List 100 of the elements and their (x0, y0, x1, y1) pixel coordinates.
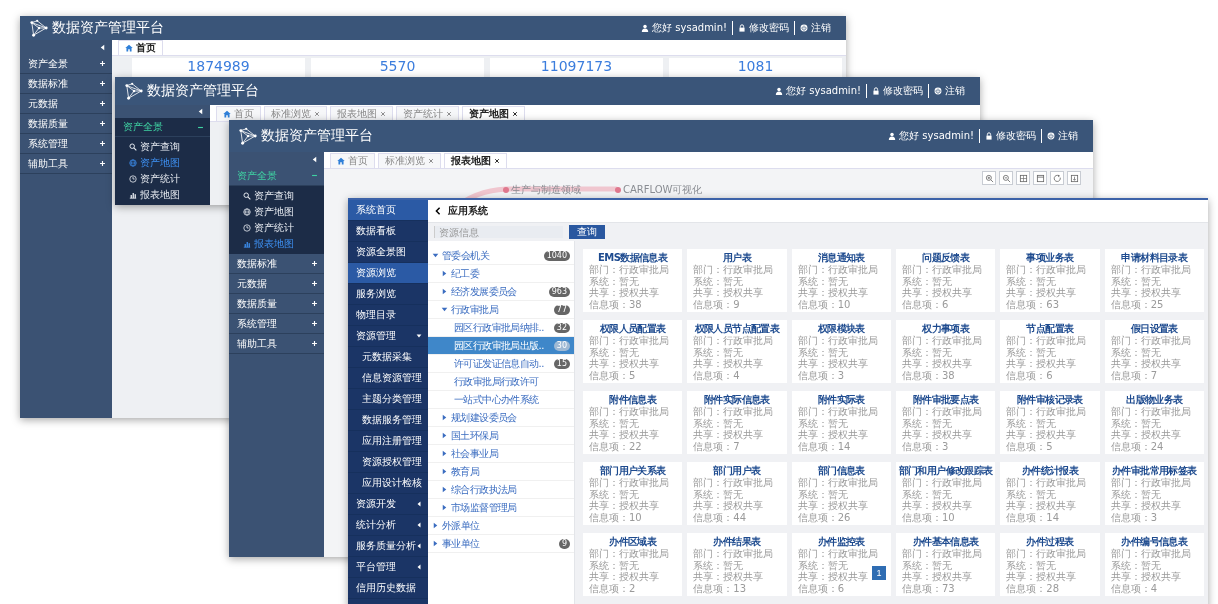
submenu-item[interactable]: 资产查询 (115, 139, 210, 155)
table-card[interactable]: 申请材料目录表 部门：行政审批局 系统：暂无 共享：授权共享 信息项：25 (1104, 249, 1204, 312)
toolbar-button[interactable] (999, 171, 1013, 185)
menu-item[interactable]: 数据标准 (20, 74, 112, 94)
table-card[interactable]: 办件审批常用标签表 部门：行政审批局 系统：暂无 共享：授权共享 信息项：3 (1104, 462, 1204, 525)
toolbar-button[interactable] (1067, 171, 1081, 185)
card-detail: 信息项：10 (589, 511, 642, 523)
search-button[interactable]: 查询 (569, 225, 605, 239)
tree-item[interactable]: 纪工委 (428, 265, 574, 283)
table-card[interactable]: 附件审批要点表 部门：行政审批局 系统：暂无 共享：授权共享 信息项：3 (896, 391, 996, 454)
tree-item[interactable]: 管委会机关 1040 (428, 247, 574, 265)
table-card[interactable]: 权限人员节点配置表 部门：行政审批局 系统：暂无 共享：授权共享 信息项：4 (687, 320, 787, 383)
submenu-item[interactable]: 资产地图 (229, 204, 324, 220)
back-icon (434, 207, 442, 215)
tab[interactable]: 首页 (118, 40, 163, 55)
table-card[interactable]: 部门信息表 部门：行政审批局 系统：暂无 共享：授权共享 信息项：26 (791, 462, 891, 525)
user-link[interactable]: 您好 sysadmin! (636, 21, 732, 35)
tree-item[interactable]: 行政审批局行政许可 (428, 373, 574, 391)
table-card[interactable]: 事项业务表 部门：行政审批局 系统：暂无 共享：授权共享 信息项：63 (1000, 249, 1100, 312)
card-detail: 共享：授权共享 (902, 500, 972, 512)
menu-item[interactable]: 数据质量 (20, 114, 112, 134)
table-card[interactable]: 权力事项表 部门：行政审批局 系统：暂无 共享：授权共享 信息项：38 (896, 320, 996, 383)
tree-item[interactable]: 外派单位 (428, 517, 574, 535)
card-detail: 部门：行政审批局 (1006, 264, 1087, 276)
stat-value: 5570 (379, 58, 416, 74)
table-card[interactable]: 附件审核记录表 部门：行政审批局 系统：暂无 共享：授权共享 信息项：5 (1000, 391, 1100, 454)
tree-item[interactable]: 国土环保局 (428, 427, 574, 445)
table-card[interactable]: 出版物业务表 部门：行政审批局 系统：暂无 共享：授权共享 信息项：24 (1104, 391, 1204, 454)
table-card[interactable]: 办件统计报表 部门：行政审批局 系统：暂无 共享：授权共享 信息项：14 (1000, 462, 1100, 525)
tab[interactable]: 首页 (330, 153, 375, 168)
toolbar-button[interactable] (1033, 171, 1047, 185)
logout-link[interactable]: 注销 (794, 21, 836, 35)
tree-item[interactable]: 市场监督管理局 (428, 499, 574, 517)
tree-item[interactable]: 规划建设委员会 (428, 409, 574, 427)
submenu-item[interactable]: 资产统计 (115, 171, 210, 187)
nav-item[interactable]: 系统首页 (348, 200, 428, 221)
tree-item[interactable]: 教育局 (428, 463, 574, 481)
card-detail: 共享：授权共享 (1110, 500, 1181, 512)
table-card[interactable]: 问题反馈表 部门：行政审批局 系统：暂无 共享：授权共享 信息项：6 (896, 249, 996, 312)
menu-item[interactable]: 资产全景 (20, 54, 112, 74)
table-card[interactable]: 办件过程表 部门：行政审批局 系统：暂无 共享：授权共享 信息项：28 (1000, 533, 1100, 596)
tree-item[interactable]: 社会事业局 (428, 445, 574, 463)
menu-item[interactable]: 元数据 (20, 94, 112, 114)
search-icon (129, 143, 137, 151)
table-card[interactable]: 部门和用户修改跟踪表 部门：行政审批局 系统：暂无 共享：授权共享 信息项：10 (896, 462, 996, 525)
card-detail: 信息项：14 (1006, 511, 1060, 523)
toolbar-button[interactable] (982, 171, 996, 185)
table-card[interactable]: 消息通知表 部门：行政审批局 系统：暂无 共享：授权共享 信息项：10 (791, 249, 891, 312)
user-link[interactable]: 您好 sysadmin! (770, 84, 866, 98)
submenu-item[interactable]: 报表地图 (229, 236, 324, 252)
card-title: 用户表 (721, 251, 753, 264)
toolbar-button[interactable] (1016, 171, 1030, 185)
page-button[interactable]: 1 (872, 566, 886, 580)
card-detail: 信息项：38 (589, 298, 642, 310)
card-title: 问题反馈表 (921, 251, 971, 264)
change-password-link[interactable]: 修改密码 (979, 129, 1041, 143)
table-card[interactable]: 节点配置表 部门：行政审批局 系统：暂无 共享：授权共享 信息项：6 (1000, 320, 1100, 383)
tab[interactable]: 报表地图 (444, 153, 507, 168)
menu-item[interactable]: 辅助工具 (20, 154, 112, 174)
logout-link[interactable]: 注销 (928, 84, 970, 98)
table-card[interactable]: 附件信息表 部门：行政审批局 系统：暂无 共享：授权共享 信息项：22 (583, 391, 683, 454)
nav-item[interactable]: 资源浏览 (348, 263, 428, 284)
change-password-link[interactable]: 修改密码 (732, 21, 794, 35)
table-card[interactable]: 办件基本信息表 部门：行政审批局 系统：暂无 共享：授权共享 信息项：73 (896, 533, 996, 596)
tab[interactable]: 标准浏览 (378, 153, 441, 168)
user-link[interactable]: 您好 sysadmin! (883, 129, 979, 143)
network-logo-icon (239, 127, 257, 145)
table-card[interactable]: 部门用户表 部门：行政审批局 系统：暂无 共享：授权共享 信息项：44 (687, 462, 787, 525)
search-field[interactable]: 资源信息 (434, 226, 563, 238)
menu-item[interactable]: 系统管理 (20, 134, 112, 154)
tree-item[interactable]: 行政审批局 77 (428, 301, 574, 319)
table-card[interactable]: 附件实际表 部门：行政审批局 系统：暂无 共享：授权共享 信息项：14 (791, 391, 891, 454)
table-card[interactable]: 部门用户关系表 部门：行政审批局 系统：暂无 共享：授权共享 信息项：10 (583, 462, 683, 525)
card-detail: 部门：行政审批局 (797, 264, 878, 276)
tree-item[interactable]: 园区行政审批局出版.. 30 (428, 337, 574, 355)
change-password-link[interactable]: 修改密码 (866, 84, 928, 98)
table-card[interactable]: 附件实际信息表 部门：行政审批局 系统：暂无 共享：授权共享 信息项：7 (687, 391, 787, 454)
table-card[interactable]: 用户表 部门：行政审批局 系统：暂无 共享：授权共享 信息项：9 (687, 249, 787, 312)
tree-item[interactable]: 综合行政执法局 (428, 481, 574, 499)
submenu-item[interactable]: 资产统计 (229, 220, 324, 236)
plus-icon (99, 140, 106, 147)
submenu-item[interactable]: 资产查询 (229, 188, 324, 204)
submenu-item[interactable]: 报表地图 (115, 187, 210, 203)
tree-item[interactable]: 经济发展委员会 963 (428, 283, 574, 301)
submenu-item[interactable]: 资产地图 (115, 155, 210, 171)
tree-item[interactable]: 事业单位 9 (428, 535, 574, 553)
table-card[interactable]: 办件编号信息表 部门：行政审批局 系统：暂无 共享：授权共享 信息项：4 (1104, 533, 1204, 596)
table-card[interactable]: 办件区域表 部门：行政审批局 系统：暂无 共享：授权共享 信息项：2 (583, 533, 683, 596)
table-card[interactable]: 假日设置表 部门：行政审批局 系统：暂无 共享：授权共享 信息项：7 (1104, 320, 1204, 383)
card-detail: 系统：暂无 (902, 417, 952, 429)
logout-link[interactable]: 注销 (1041, 129, 1083, 143)
tab[interactable]: 首页 (216, 106, 261, 121)
card-detail: 共享：授权共享 (693, 429, 764, 441)
tree-item[interactable]: 一站式中心办件系统 (428, 391, 574, 409)
table-card[interactable]: 权限模块表 部门：行政审批局 系统：暂无 共享：授权共享 信息项：3 (791, 320, 891, 383)
table-card[interactable]: 权限人员配置表 部门：行政审批局 系统：暂无 共享：授权共享 信息项：5 (583, 320, 683, 383)
table-card[interactable]: 办件结果表 部门：行政审批局 系统：暂无 共享：授权共享 信息项：13 (687, 533, 787, 596)
tree-item[interactable]: 许可证发证信息自动.. 15 (428, 355, 574, 373)
table-card[interactable]: EMS数据信息表 部门：行政审批局 系统：暂无 共享：授权共享 信息项：38 (583, 249, 683, 312)
toolbar-button[interactable] (1050, 171, 1064, 185)
